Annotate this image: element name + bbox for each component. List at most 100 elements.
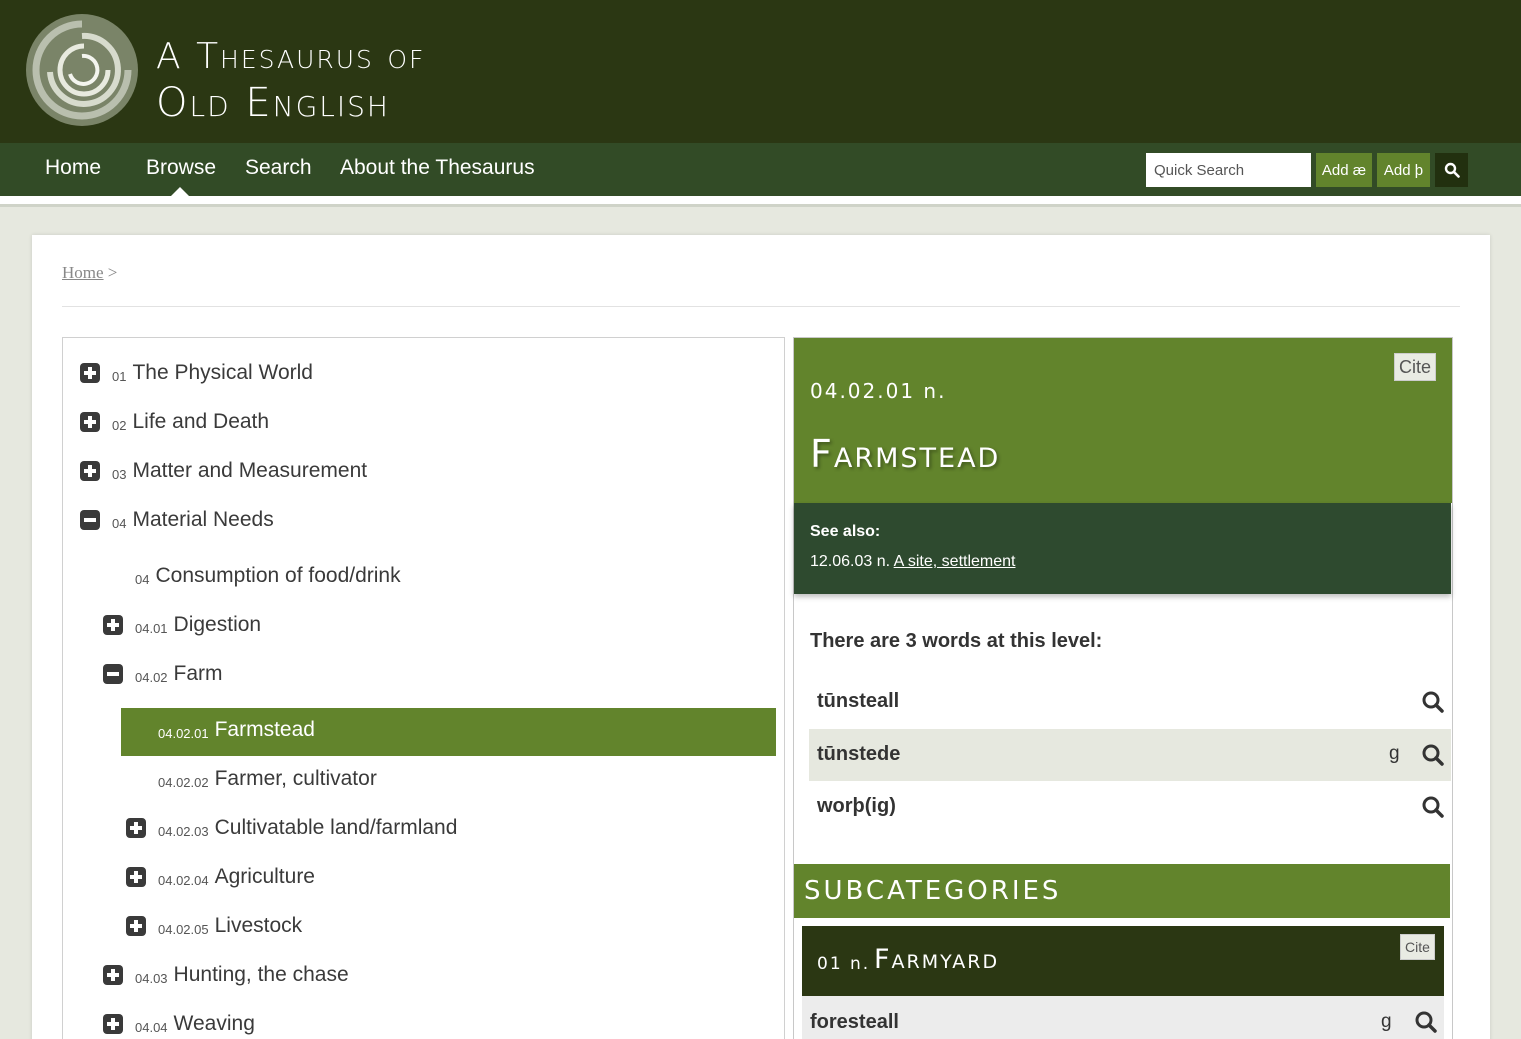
site-title-line1: A Thesaurus of bbox=[156, 36, 426, 77]
tree-item[interactable]: 04.01 Digestion bbox=[135, 610, 261, 640]
tree-item-label: Livestock bbox=[214, 914, 303, 937]
tree-item-label: Agriculture bbox=[214, 865, 315, 888]
expand-plus-icon[interactable] bbox=[126, 916, 146, 936]
tree-item-label: Farmer, cultivator bbox=[214, 767, 377, 790]
tree-item[interactable]: 04.02.02 Farmer, cultivator bbox=[158, 764, 377, 794]
tree-item-code: 04.02.03 bbox=[158, 823, 209, 839]
expand-plus-icon[interactable] bbox=[103, 965, 123, 985]
tree-item-label: Hunting, the chase bbox=[173, 963, 349, 986]
tree-item-label: Material Needs bbox=[132, 508, 274, 531]
tree-item-code: 04.02.05 bbox=[158, 921, 209, 937]
word-row: tūnstede g bbox=[809, 729, 1451, 781]
words-count-heading: There are 3 words at this level: bbox=[810, 630, 1103, 652]
add-thorn-button[interactable]: Add þ bbox=[1377, 153, 1430, 187]
tree-item-label: Digestion bbox=[173, 613, 262, 636]
expand-plus-icon[interactable] bbox=[80, 461, 100, 481]
tree-item-code: 04.02.02 bbox=[158, 774, 209, 790]
tree-item[interactable]: 03 Matter and Measurement bbox=[112, 456, 367, 486]
tree-item[interactable]: 04.04 Weaving bbox=[135, 1009, 255, 1039]
tree-item[interactable]: 04.02.04 Agriculture bbox=[158, 862, 315, 892]
search-icon[interactable] bbox=[1421, 795, 1445, 819]
nav-about[interactable]: About the Thesaurus bbox=[340, 156, 535, 180]
breadcrumb-divider bbox=[62, 306, 1460, 307]
tree-item-code: 04.04 bbox=[135, 1019, 168, 1035]
tree-item[interactable]: 04.02.01 Farmstead bbox=[158, 715, 315, 745]
tree-item-label: The Physical World bbox=[132, 361, 313, 384]
tree-item[interactable]: 04 Material Needs bbox=[112, 505, 274, 535]
subcategory-code: 01 n. bbox=[817, 954, 871, 974]
search-icon[interactable] bbox=[1421, 690, 1445, 714]
tree-item-code: 04.01 bbox=[135, 620, 168, 636]
add-ae-button[interactable]: Add æ bbox=[1316, 153, 1372, 187]
see-also-entry: 12.06.03 n. A site, settlement bbox=[810, 553, 1015, 571]
see-also-box: See also: 12.06.03 n. A site, settlement bbox=[794, 503, 1451, 594]
tree-item[interactable]: 04.03 Hunting, the chase bbox=[135, 960, 349, 990]
expand-plus-icon[interactable] bbox=[103, 1014, 123, 1034]
breadcrumb: Home > bbox=[62, 263, 117, 283]
subcategory-word-flag: g bbox=[1381, 1011, 1392, 1032]
expand-plus-icon[interactable] bbox=[80, 412, 100, 432]
nav-search[interactable]: Search bbox=[245, 156, 312, 180]
spiral-logo-icon[interactable] bbox=[24, 12, 140, 128]
word-link[interactable]: tūnstede bbox=[817, 743, 900, 766]
expand-plus-icon[interactable] bbox=[103, 615, 123, 635]
tree-item-code: 01 bbox=[112, 368, 127, 384]
cite-button[interactable]: Cite bbox=[1394, 353, 1436, 381]
subcategories-title: SUBCATEGORIES bbox=[804, 876, 1062, 906]
word-link[interactable]: worþ(ig) bbox=[817, 795, 896, 818]
tree-item[interactable]: 04.02 Farm bbox=[135, 659, 223, 689]
category-title: Farmstead bbox=[810, 432, 1001, 476]
collapse-minus-icon[interactable] bbox=[80, 510, 100, 530]
breadcrumb-home-link[interactable]: Home bbox=[62, 263, 104, 282]
tree-item-code: 04.02 bbox=[135, 669, 168, 685]
category-header: Cite bbox=[794, 338, 1452, 503]
see-also-heading: See also: bbox=[810, 523, 881, 540]
tree-item-label: Cultivatable land/farmland bbox=[214, 816, 458, 839]
subcategory-title: Farmyard bbox=[874, 944, 1000, 975]
search-icon[interactable] bbox=[1421, 743, 1445, 767]
tree-item[interactable]: 01 The Physical World bbox=[112, 358, 313, 388]
tree-item-label: Farm bbox=[173, 662, 223, 685]
tree-item-code: 04.03 bbox=[135, 970, 168, 986]
search-icon bbox=[1444, 162, 1460, 178]
expand-plus-icon[interactable] bbox=[126, 867, 146, 887]
tree-item-code: 04 bbox=[135, 571, 150, 587]
tree-item[interactable]: 04.02.05 Livestock bbox=[158, 911, 302, 941]
nav-home[interactable]: Home bbox=[45, 156, 101, 180]
word-row: tūnsteall bbox=[809, 676, 1451, 728]
subcategories-header: SUBCATEGORIES bbox=[794, 864, 1450, 918]
site-header: A Thesaurus of Old English bbox=[0, 0, 1521, 143]
expand-plus-icon[interactable] bbox=[80, 363, 100, 383]
site-title[interactable]: A Thesaurus of Old English bbox=[156, 34, 425, 126]
tree-item-label: Life and Death bbox=[132, 410, 270, 433]
word-link[interactable]: tūnsteall bbox=[817, 690, 899, 713]
expand-plus-icon[interactable] bbox=[126, 818, 146, 838]
breadcrumb-separator: > bbox=[107, 263, 118, 282]
word-row: worþ(ig) bbox=[809, 781, 1451, 833]
tree-item-code: 04.02.04 bbox=[158, 872, 209, 888]
see-also-link[interactable]: A site, settlement bbox=[894, 553, 1016, 570]
tree-item[interactable]: 04 Consumption of food/drink bbox=[135, 561, 401, 591]
tree-item-code: 02 bbox=[112, 417, 127, 433]
quick-search-input[interactable] bbox=[1146, 153, 1311, 187]
search-icon[interactable] bbox=[1414, 1010, 1438, 1034]
tree-item[interactable]: 04.02.03 Cultivatable land/farmland bbox=[158, 813, 457, 843]
subcategory-cite-button[interactable]: Cite bbox=[1400, 934, 1435, 960]
tree-item-code: 04.02.01 bbox=[158, 725, 209, 741]
active-nav-caret bbox=[171, 187, 189, 196]
nav-browse[interactable]: Browse bbox=[146, 156, 216, 180]
tree-item-code: 04 bbox=[112, 515, 127, 531]
nav-divider-shade bbox=[0, 204, 1521, 207]
quick-search-submit-button[interactable] bbox=[1435, 153, 1468, 187]
collapse-minus-icon[interactable] bbox=[103, 664, 123, 684]
subcategory-word-row: foresteall g bbox=[802, 996, 1444, 1039]
nav-divider bbox=[0, 196, 1521, 204]
subcategory-header[interactable]: 01 n. Farmyard Cite bbox=[802, 926, 1444, 996]
tree-item-label: Weaving bbox=[173, 1012, 255, 1035]
see-also-code: 12.06.03 n. bbox=[810, 553, 891, 570]
tree-item[interactable]: 02 Life and Death bbox=[112, 407, 269, 437]
category-code: 04.02.01 n. bbox=[810, 379, 947, 403]
site-title-line2: Old English bbox=[156, 80, 390, 126]
subcategory-word[interactable]: foresteall bbox=[810, 1011, 899, 1034]
tree-item-label: Farmstead bbox=[214, 718, 315, 741]
